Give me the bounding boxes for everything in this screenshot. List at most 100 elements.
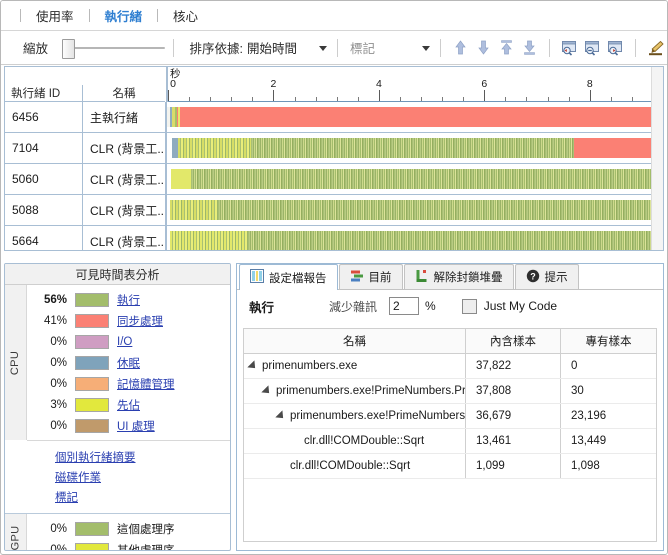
- tab-cores[interactable]: 核心: [167, 4, 204, 27]
- sort-by-dropdown[interactable]: 開始時間: [247, 39, 329, 57]
- timeline-ruler[interactable]: 秒 02468: [166, 67, 654, 102]
- current-stack-icon: [350, 269, 364, 286]
- thread-timeline-track[interactable]: [165, 102, 663, 132]
- zoom-slider-thumb[interactable]: [62, 38, 76, 59]
- tab-hints[interactable]: ? 提示: [514, 264, 579, 289]
- analysis-link[interactable]: 個別執行緒摘要: [55, 449, 136, 465]
- arrow-up-icon[interactable]: [451, 37, 470, 59]
- cpu-legend-row[interactable]: 0% 記憶體管理: [27, 373, 230, 394]
- noise-reduction-input[interactable]: [389, 297, 420, 315]
- help-circle-icon: ?: [526, 269, 540, 286]
- timeline-toolbar: 縮放 排序依據: 開始時間 標記: [1, 31, 667, 65]
- thread-row[interactable]: 7104 CLR (背景工...: [5, 133, 663, 164]
- analysis-link[interactable]: 標記: [55, 489, 78, 505]
- tab-unblocking-stack[interactable]: 解除封鎖堆疊: [403, 264, 514, 289]
- call-tree-inclusive-cell: 1,099: [466, 454, 561, 478]
- timeline-segment[interactable]: [574, 138, 663, 158]
- cpu-legend-label[interactable]: 同步處理: [117, 313, 163, 329]
- cpu-legend-row[interactable]: 41% 同步處理: [27, 310, 230, 331]
- tab-threads[interactable]: 執行緒: [99, 4, 149, 27]
- call-tree-row[interactable]: clr.dll!COMDouble::Sqrt 13,461 13,449: [244, 429, 656, 454]
- thread-id-cell: 5088: [5, 195, 83, 225]
- cpu-group-label-text: CPU: [9, 350, 22, 375]
- call-tree-inclusive-cell: 37,808: [466, 379, 561, 403]
- unblocking-stack-icon: [415, 269, 429, 286]
- toolbar-separator: [440, 38, 441, 57]
- thread-row[interactable]: 5060 CLR (背景工...: [5, 164, 663, 195]
- marker-dropdown[interactable]: 標記: [350, 39, 432, 57]
- timeline-segment[interactable]: [177, 138, 251, 158]
- just-my-code-label: Just My Code: [483, 299, 558, 313]
- timeline-segment[interactable]: [170, 200, 219, 220]
- tab-profile-report[interactable]: 設定檔報告: [239, 264, 338, 290]
- arrow-down-to-bottom-icon[interactable]: [520, 37, 539, 59]
- thread-row[interactable]: 5088 CLR (背景工...: [5, 195, 663, 226]
- column-header-name[interactable]: 名稱: [244, 329, 466, 353]
- timeline-segment[interactable]: [191, 169, 663, 189]
- visible-timeline-analysis-panel: 可見時間表分析 CPU 56% 執行 41% 同步處理 0% I/O 0% 休眠 0% 記憶體管理…: [4, 263, 231, 551]
- timeline-segment[interactable]: [179, 107, 663, 127]
- thread-rows-container: 6456 主執行緒 7104 CLR (背景工... 5060 CLR (背景工... 50…: [5, 102, 663, 250]
- expander-triangle-icon[interactable]: [275, 410, 287, 422]
- cpu-legend-row[interactable]: 0% UI 處理: [27, 415, 230, 436]
- column-header-thread-id[interactable]: 執行緒 ID: [5, 85, 83, 101]
- call-tree-row[interactable]: clr.dll!COMDouble::Sqrt 1,099 1,098: [244, 454, 656, 479]
- zoom-window-reset-icon[interactable]: [583, 37, 602, 59]
- cpu-legend-label[interactable]: 休眠: [117, 355, 140, 371]
- timeline-segment[interactable]: [218, 200, 663, 220]
- cpu-legend-row[interactable]: 3% 先佔: [27, 394, 230, 415]
- timeline-segment[interactable]: [250, 138, 575, 158]
- thread-pane-vertical-scrollbar[interactable]: [651, 67, 663, 250]
- thread-timeline-track[interactable]: [165, 133, 663, 163]
- just-my-code-checkbox[interactable]: [461, 298, 477, 314]
- cpu-legend-label[interactable]: 執行: [117, 292, 140, 308]
- timeline-segment[interactable]: [170, 169, 192, 189]
- call-tree-row[interactable]: primenumbers.exe!PrimeNumbers.Pr... 37,80…: [244, 379, 656, 404]
- cpu-legend-row[interactable]: 0% 休眠: [27, 352, 230, 373]
- cpu-legend-label[interactable]: UI 處理: [117, 418, 155, 434]
- column-header-exclusive-samples[interactable]: 專有樣本: [561, 329, 656, 353]
- call-tree-inclusive-cell: 36,679: [466, 404, 561, 428]
- column-header-thread-name[interactable]: 名稱: [83, 85, 165, 101]
- thread-row[interactable]: 6456 主執行緒: [5, 102, 663, 133]
- svg-text:?: ?: [530, 271, 536, 281]
- call-tree-name-cell: clr.dll!COMDouble::Sqrt: [244, 454, 466, 478]
- cpu-legend-label[interactable]: 先佔: [117, 397, 140, 413]
- thread-timeline-track[interactable]: [165, 164, 663, 194]
- gpu-legend-label: 其他處理序: [117, 544, 175, 551]
- cpu-legend-color-swatch: [75, 355, 109, 370]
- cpu-legend-label[interactable]: 記憶體管理: [117, 376, 175, 392]
- thread-row[interactable]: 5664 CLR (背景工...: [5, 226, 663, 250]
- gpu-legend-color-swatch: [75, 542, 109, 550]
- call-tree-row[interactable]: primenumbers.exe!PrimeNumbers... 36,679 23…: [244, 404, 656, 429]
- tab-utilization[interactable]: 使用率: [30, 4, 80, 27]
- highlighter-pen-icon[interactable]: [646, 37, 665, 59]
- cpu-legend-row[interactable]: 56% 執行: [27, 289, 230, 310]
- thread-grid-column-headers: 執行緒 ID 名稱: [5, 85, 165, 102]
- call-tree-name-label: primenumbers.exe: [262, 360, 358, 372]
- report-filter-title: 執行: [249, 300, 275, 315]
- ruler-tick-label: 2: [270, 78, 277, 90]
- analysis-link[interactable]: 磁碟作業: [55, 469, 101, 485]
- thread-timeline-track[interactable]: [165, 195, 663, 225]
- expander-triangle-icon[interactable]: [247, 360, 259, 372]
- zoom-window-next-icon[interactable]: [606, 37, 625, 59]
- cpu-legend-row[interactable]: 0% I/O: [27, 331, 230, 352]
- cpu-legend-percent: 0%: [50, 356, 67, 369]
- expander-triangle-icon[interactable]: [261, 385, 273, 397]
- timeline-segment[interactable]: [247, 231, 663, 250]
- call-tree-row[interactable]: primenumbers.exe 37,822 0: [244, 354, 656, 379]
- zoom-slider[interactable]: [62, 38, 165, 59]
- thread-timeline-track[interactable]: [165, 226, 663, 250]
- call-tree-name-label: clr.dll!COMDouble::Sqrt: [290, 460, 411, 472]
- arrow-up-to-top-icon[interactable]: [497, 37, 516, 59]
- zoom-window-previous-icon[interactable]: [560, 37, 579, 59]
- cpu-legend-label[interactable]: I/O: [117, 336, 132, 348]
- thread-id-cell: 6456: [5, 102, 83, 132]
- arrow-down-icon[interactable]: [474, 37, 493, 59]
- timeline-segment[interactable]: [170, 231, 248, 250]
- column-header-inclusive-samples[interactable]: 內含樣本: [466, 329, 561, 353]
- analysis-link-row: 個別執行緒摘要: [27, 447, 230, 467]
- report-tab-strip: 設定檔報告 目前 解除封鎖堆疊 ? 提示: [237, 264, 663, 290]
- tab-current[interactable]: 目前: [338, 264, 403, 289]
